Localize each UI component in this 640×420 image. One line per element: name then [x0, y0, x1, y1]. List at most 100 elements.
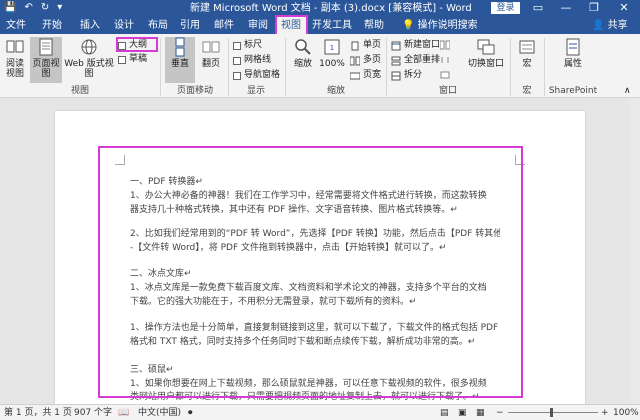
print-layout-button[interactable]: 页面视图: [30, 37, 62, 83]
split-icon: [391, 71, 401, 80]
nav-pane-check-icon: [233, 71, 241, 80]
zoom-group-label: 缩放: [326, 86, 345, 96]
window-title: 新建 Microsoft Word 文档 - 副本 (3).docx [兼容模式…: [190, 3, 472, 14]
proofing-icon[interactable]: 📖: [118, 407, 129, 419]
group-separator: [510, 38, 511, 96]
page-move-group-label: 页面移动: [176, 86, 213, 96]
sharepoint-group-label: SharePoint: [548, 86, 598, 96]
draft-button[interactable]: 草稿: [118, 54, 147, 65]
web-layout-status-icon[interactable]: ▦: [476, 407, 485, 419]
side-pages-icon: [202, 41, 220, 53]
outline-button[interactable]: 大纲: [118, 40, 147, 51]
share-button[interactable]: 👤 共享: [592, 17, 628, 34]
group-separator: [285, 38, 286, 96]
title-bar: 💾 ↶ ↻ ▾ 新建 Microsoft Word 文档 - 副本 (3).do…: [0, 0, 640, 17]
close-button[interactable]: ✕: [610, 0, 638, 17]
collapse-ribbon-icon[interactable]: ∧: [624, 86, 631, 97]
sync-scroll-icon[interactable]: [440, 55, 450, 65]
web-layout-button[interactable]: Web 版式视图: [64, 37, 114, 79]
page-width-button[interactable]: 页宽: [350, 70, 381, 81]
restore-button[interactable]: ❐: [580, 0, 608, 17]
nav-pane-checkbox[interactable]: 导航窗格: [233, 70, 280, 81]
tab-help[interactable]: 帮助: [360, 17, 388, 34]
one-page-icon: [351, 41, 359, 50]
quick-access-toolbar: 💾 ↶ ↻ ▾: [4, 1, 62, 15]
new-window-icon: [391, 41, 401, 50]
vertical-scrollbar[interactable]: [630, 99, 640, 404]
side-by-side-button[interactable]: 翻页: [197, 37, 225, 69]
zoom-in-icon[interactable]: +: [601, 407, 609, 419]
vertical-pages-icon: [175, 37, 185, 57]
macro-record-icon[interactable]: ⏺: [188, 407, 193, 419]
zoom-100-icon: 1: [324, 39, 340, 55]
zoom-100-button[interactable]: 1 100%: [318, 37, 346, 69]
multi-page-icon: [350, 56, 360, 65]
one-page-button[interactable]: 单页: [350, 40, 381, 51]
outline-icon: [118, 41, 126, 50]
tab-layout[interactable]: 布局: [144, 17, 172, 34]
ribbon-tab-bar: 文件 开始 插入 设计 布局 引用 邮件 审阅 视图 开发工具 帮助 💡 操作说…: [0, 17, 640, 34]
svg-text:1: 1: [330, 44, 334, 52]
tab-insert[interactable]: 插入: [76, 17, 104, 34]
person-icon: 👤: [592, 20, 605, 31]
customize-qat-icon[interactable]: ▾: [57, 1, 62, 15]
tab-developer[interactable]: 开发工具: [310, 17, 354, 34]
ribbon-display-icon[interactable]: ▭: [524, 0, 552, 17]
language-indicator[interactable]: 中文(中国): [138, 407, 181, 419]
group-separator: [386, 38, 387, 96]
multi-page-button[interactable]: 多页: [350, 55, 381, 66]
views-group-label: 视图: [70, 86, 89, 96]
properties-button[interactable]: 属性: [558, 37, 588, 69]
show-group-label: 显示: [246, 86, 265, 96]
read-mode-status-icon[interactable]: ▤: [440, 407, 449, 419]
zoom-level[interactable]: 100%: [613, 407, 639, 419]
word-count[interactable]: 907 个字: [74, 407, 112, 419]
group-separator: [544, 38, 545, 96]
signin-button[interactable]: 登录: [491, 2, 520, 14]
read-mode-button[interactable]: 阅读视图: [2, 37, 28, 79]
macros-button[interactable]: 宏: [515, 37, 539, 69]
switch-window-button[interactable]: 切换窗口: [468, 37, 504, 69]
tab-home[interactable]: 开始: [38, 17, 66, 34]
arrange-all-button[interactable]: 全部重排: [391, 55, 440, 66]
side-by-side-view-icon[interactable]: [440, 40, 450, 50]
undo-icon[interactable]: ↶: [24, 1, 32, 15]
magnifier-icon: [295, 39, 311, 55]
macros-group-label: 宏: [522, 86, 532, 96]
redo-icon[interactable]: ↻: [41, 1, 49, 15]
group-separator: [228, 38, 229, 96]
vertical-button[interactable]: 垂直: [165, 37, 195, 83]
reset-window-icon[interactable]: [440, 70, 450, 80]
ruler-checkbox[interactable]: 标尺: [233, 40, 262, 51]
tab-file[interactable]: 文件: [2, 17, 30, 34]
ribbon: 阅读视图 页面视图 Web 版式视图 大纲 草稿 视图 垂直 翻页 页面移动 标…: [0, 34, 640, 98]
split-button[interactable]: 拆分: [391, 70, 422, 81]
page-icon: [39, 38, 53, 56]
arrange-all-icon: [391, 56, 401, 65]
status-bar: 第 1 页，共 1 页 907 个字 📖 中文(中国) ⏺ ▤ ▣ ▦ − + …: [0, 404, 640, 420]
properties-icon: [566, 38, 580, 56]
tab-mailings[interactable]: 邮件: [210, 17, 238, 34]
tab-design[interactable]: 设计: [110, 17, 138, 34]
new-window-button[interactable]: 新建窗口: [391, 40, 440, 51]
tab-view[interactable]: 视图: [276, 17, 306, 34]
save-icon[interactable]: 💾: [4, 1, 16, 15]
zoom-slider-thumb[interactable]: [550, 408, 553, 417]
switch-window-icon: [477, 39, 495, 55]
tab-references[interactable]: 引用: [176, 17, 204, 34]
draft-icon: [118, 55, 126, 64]
tell-me-search[interactable]: 💡 操作说明搜索: [402, 17, 478, 34]
tab-review[interactable]: 审阅: [244, 17, 272, 34]
zoom-slider[interactable]: [508, 412, 598, 413]
window-group-label: 窗口: [438, 86, 457, 96]
page-width-icon: [350, 72, 360, 79]
group-separator: [160, 38, 161, 96]
book-icon: [6, 40, 24, 53]
zoom-button[interactable]: 缩放: [290, 37, 316, 69]
zoom-out-icon[interactable]: −: [496, 407, 504, 419]
page-count[interactable]: 第 1 页，共 1 页: [4, 407, 72, 419]
minimize-button[interactable]: —: [552, 0, 580, 17]
content-highlight-box: [98, 146, 523, 398]
gridlines-checkbox[interactable]: 网格线: [233, 55, 271, 66]
print-layout-status-icon[interactable]: ▣: [458, 407, 467, 419]
